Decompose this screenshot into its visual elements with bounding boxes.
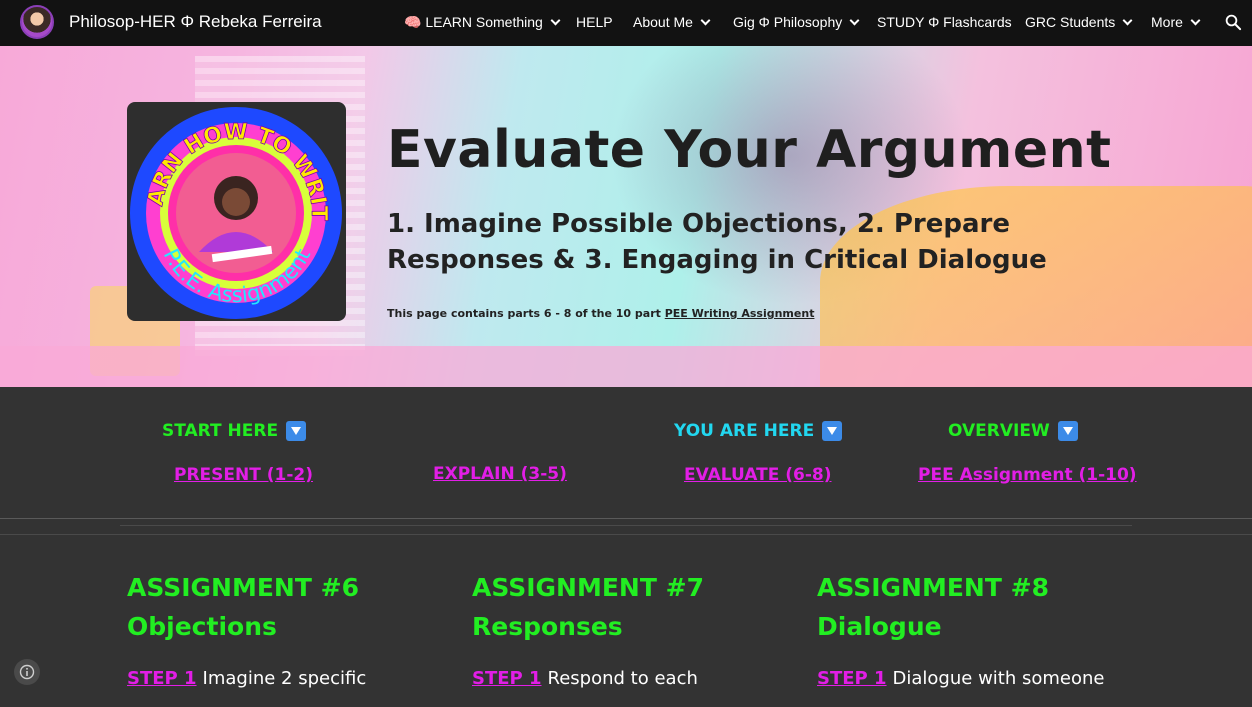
you-are-here-text: YOU ARE HERE — [674, 421, 815, 441]
nav-label: 🧠 LEARN Something — [404, 14, 543, 30]
nav-item-learn[interactable]: 🧠 LEARN Something — [404, 14, 561, 31]
section-divider-lower — [0, 534, 1252, 535]
assignment-name: Responses — [472, 612, 623, 641]
pee-assignment-logo: LEARN HOW TO WRITE P.E.E. Assignment — [127, 102, 346, 321]
assignment-8-title: ASSIGNMENT #8 Dialogue — [817, 568, 1137, 646]
assignment-8-step-1: STEP 1 Dialogue with someone — [817, 668, 1137, 689]
down-arrow-icon — [1057, 421, 1078, 441]
assignment-6-column: ASSIGNMENT #6 Objections STEP 1 Imagine 2… — [127, 568, 447, 689]
step-text: Respond to each — [547, 668, 698, 689]
info-icon — [19, 664, 35, 680]
assignment-name: Objections — [127, 612, 277, 641]
start-here-label: START HERE — [162, 421, 307, 441]
nav-label: STUDY Φ Flashcards — [877, 14, 1012, 30]
nav-item-more[interactable]: More — [1151, 14, 1201, 30]
top-navigation-bar: Philosop-HER Φ Rebeka Ferreira 🧠 LEARN S… — [0, 0, 1252, 46]
explain-link[interactable]: EXPLAIN (3-5) — [433, 464, 567, 484]
down-arrow-icon — [286, 421, 307, 441]
overview-text: OVERVIEW — [948, 421, 1050, 441]
assignment-number: ASSIGNMENT #7 — [472, 573, 704, 602]
page-subtitle: 1. Imagine Possible Objections, 2. Prepa… — [387, 209, 1047, 275]
chevron-down-icon — [849, 15, 860, 25]
pee-assignment-link[interactable]: PEE Assignment (1-10) — [918, 465, 1137, 485]
nav-label: More — [1151, 14, 1183, 30]
down-arrow-icon — [822, 421, 843, 441]
nav-label: About Me — [633, 14, 693, 30]
assignment-number: ASSIGNMENT #6 — [127, 573, 359, 602]
section-navigation: START HERE YOU ARE HERE OVERVIEW PRESENT… — [0, 387, 1252, 517]
page-note: This page contains parts 6 - 8 of the 10… — [387, 307, 814, 320]
site-info-button[interactable] — [14, 659, 40, 685]
chevron-down-icon — [550, 15, 561, 26]
search-icon[interactable] — [1224, 13, 1242, 31]
assignment-number: ASSIGNMENT #8 — [817, 573, 1049, 602]
page-note-text: This page contains parts 6 - 8 of the 10… — [387, 307, 665, 320]
nav-label: Gig Φ Philosophy — [733, 14, 843, 30]
step-1-link[interactable]: STEP 1 — [472, 668, 542, 689]
chevron-down-icon — [1122, 15, 1133, 25]
you-are-here-label: YOU ARE HERE — [674, 421, 843, 441]
hero-banner: LEARN HOW TO WRITE P.E.E. Assignment Eva… — [0, 46, 1252, 387]
pee-writing-assignment-link[interactable]: PEE Writing Assignment — [665, 307, 815, 320]
nav-item-about[interactable]: About Me — [633, 14, 711, 30]
assignment-8-column: ASSIGNMENT #8 Dialogue STEP 1 Dialogue wi… — [817, 568, 1137, 689]
nav-label: HELP — [576, 14, 613, 30]
nav-item-study-flashcards[interactable]: STUDY Φ Flashcards — [877, 14, 1012, 30]
assignment-6-step-1: STEP 1 Imagine 2 specific — [127, 668, 447, 689]
nav-item-grc-students[interactable]: GRC Students — [1025, 14, 1133, 30]
assignment-7-step-1: STEP 1 Respond to each — [472, 668, 792, 689]
step-1-link[interactable]: STEP 1 — [817, 668, 887, 689]
step-1-link[interactable]: STEP 1 — [127, 668, 197, 689]
start-here-text: START HERE — [162, 421, 279, 441]
present-link[interactable]: PRESENT (1-2) — [174, 465, 313, 485]
assignment-7-column: ASSIGNMENT #7 Responses STEP 1 Respond to… — [472, 568, 792, 689]
overview-label: OVERVIEW — [948, 421, 1078, 441]
assignment-6-title: ASSIGNMENT #6 Objections — [127, 568, 447, 646]
section-divider-inner — [120, 525, 1132, 526]
step-text: Dialogue with someone — [892, 668, 1105, 689]
nav-item-help[interactable]: HELP — [576, 14, 613, 30]
site-avatar[interactable] — [20, 5, 54, 39]
chevron-down-icon — [700, 15, 711, 25]
nav-item-gig-philosophy[interactable]: Gig Φ Philosophy — [733, 14, 860, 30]
logo-badge-icon: LEARN HOW TO WRITE P.E.E. Assignment — [127, 102, 342, 319]
site-title[interactable]: Philosop-HER Φ Rebeka Ferreira — [69, 12, 322, 32]
background-desk — [0, 346, 1252, 387]
section-divider — [0, 518, 1252, 519]
page-title: Evaluate Your Argument — [387, 120, 1112, 180]
chevron-down-icon — [1190, 15, 1201, 25]
assignment-7-title: ASSIGNMENT #7 Responses — [472, 568, 792, 646]
nav-label: GRC Students — [1025, 14, 1116, 30]
evaluate-link[interactable]: EVALUATE (6-8) — [684, 465, 832, 485]
assignment-name: Dialogue — [817, 612, 942, 641]
step-text: Imagine 2 specific — [202, 668, 367, 689]
